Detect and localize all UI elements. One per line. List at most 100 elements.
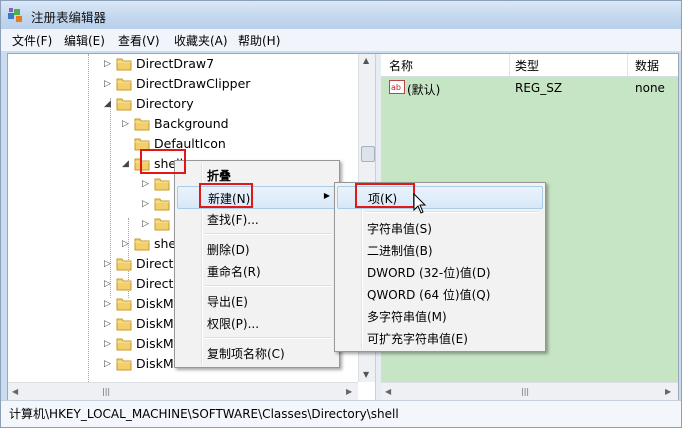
column-name[interactable]: 名称 (389, 57, 413, 74)
column-divider[interactable] (627, 54, 628, 76)
folder-icon (134, 236, 150, 251)
svg-text:ab: ab (391, 83, 401, 92)
tree-node[interactable]: ▷ DirectDraw7 (8, 54, 364, 74)
submenu-item-multi-string[interactable]: 多字符串值(M) (337, 305, 541, 326)
menu-separator (205, 285, 333, 287)
status-bar: 计算机\HKEY_LOCAL_MACHINE\SOFTWARE\Classes\… (1, 400, 681, 427)
collapsed-arrow-icon[interactable]: ▷ (122, 118, 132, 130)
status-path: 计算机\HKEY_LOCAL_MACHINE\SOFTWARE\Classes\… (9, 407, 399, 421)
scroll-up-arrow-icon[interactable]: ▲ (363, 56, 369, 65)
scroll-left-arrow-icon[interactable]: ◀ (385, 387, 391, 396)
collapsed-arrow-icon[interactable]: ▷ (142, 178, 152, 190)
menu-item-label: 折叠 (207, 169, 232, 183)
menu-item-rename[interactable]: 重命名(R) (177, 260, 335, 281)
collapsed-arrow-icon[interactable]: ▷ (104, 278, 114, 290)
expanded-arrow-icon[interactable]: ◢ (104, 98, 114, 110)
annotation-box-shell (140, 149, 186, 174)
folder-icon (116, 356, 132, 371)
folder-icon (116, 96, 132, 111)
tree-node[interactable]: DefaultIcon (8, 134, 364, 154)
submenu-item-qword[interactable]: QWORD (64 位)值(Q) (337, 283, 541, 304)
submenu-arrow-icon: ▶ (323, 191, 330, 200)
menu-item-permissions[interactable]: 权限(P)... (177, 312, 335, 333)
menu-item-collapse[interactable]: 折叠 (177, 164, 335, 185)
scroll-grip-icon[interactable]: ||| (521, 387, 529, 396)
menu-item-export[interactable]: 导出(E) (177, 290, 335, 311)
submenu-item-binary[interactable]: 二进制值(B) (337, 239, 541, 260)
folder-icon (116, 336, 132, 351)
string-value-icon: ab (389, 80, 405, 94)
tree-node[interactable]: ▷ Background (8, 114, 364, 134)
menu-item-find[interactable]: 查找(F)... (177, 208, 335, 229)
collapsed-arrow-icon[interactable]: ▷ (104, 298, 114, 310)
menu-bar: 文件(F) 编辑(E) 查看(V) 收藏夹(A) 帮助(H) (1, 29, 681, 52)
folder-icon (116, 316, 132, 331)
list-horizontal-scrollbar[interactable]: ◀ ||| ▶ (381, 382, 678, 400)
tree-node[interactable]: ◢ Directory (8, 94, 364, 114)
folder-icon (116, 296, 132, 311)
menu-item-label: QWORD (64 位)值(Q) (367, 288, 491, 302)
collapsed-arrow-icon[interactable]: ▷ (104, 318, 114, 330)
menu-edit[interactable]: 编辑(E) (61, 32, 108, 49)
scroll-grip-icon[interactable]: ||| (102, 387, 110, 396)
menu-file[interactable]: 文件(F) (9, 32, 55, 49)
tree-horizontal-scrollbar[interactable]: ◀ ||| ▶ (8, 382, 358, 400)
tree-node[interactable]: ▷ DirectDrawClipper (8, 74, 364, 94)
menu-favorites[interactable]: 收藏夹(A) (171, 32, 231, 49)
tree-node-label: Background (154, 116, 229, 131)
menu-separator (365, 211, 539, 213)
collapsed-arrow-icon[interactable]: ▷ (142, 198, 152, 210)
tree-node-label: DirectDrawClipper (136, 76, 251, 91)
menu-item-label: 删除(D) (207, 243, 250, 257)
folder-icon (154, 176, 170, 191)
annotation-box-key (355, 183, 415, 208)
menu-item-label: 二进制值(B) (367, 244, 433, 258)
scroll-down-arrow-icon[interactable]: ▼ (363, 370, 369, 379)
collapsed-arrow-icon[interactable]: ▷ (104, 258, 114, 270)
folder-icon (116, 256, 132, 271)
list-row-default[interactable]: ab (默认) REG_SZ none (381, 78, 678, 98)
collapsed-arrow-icon[interactable]: ▷ (142, 218, 152, 230)
folder-icon (154, 216, 170, 231)
menu-separator (205, 233, 333, 235)
menu-item-copy-key-name[interactable]: 复制项名称(C) (177, 342, 335, 363)
mouse-cursor-icon (413, 193, 427, 214)
collapsed-arrow-icon[interactable]: ▷ (104, 58, 114, 70)
collapsed-arrow-icon[interactable]: ▷ (104, 358, 114, 370)
folder-icon (154, 196, 170, 211)
expanded-arrow-icon[interactable]: ◢ (122, 158, 132, 170)
column-type[interactable]: 类型 (515, 57, 539, 74)
scroll-left-arrow-icon[interactable]: ◀ (12, 387, 18, 396)
menu-item-label: 导出(E) (207, 295, 248, 309)
menu-item-delete[interactable]: 删除(D) (177, 238, 335, 259)
menu-item-label: 权限(P)... (207, 317, 260, 331)
menu-item-label: 查找(F)... (207, 213, 259, 227)
value-data: none (635, 81, 665, 95)
menu-view[interactable]: 查看(V) (115, 32, 163, 49)
regedit-app-icon (8, 8, 22, 22)
list-header: 名称 类型 数据 (381, 54, 678, 77)
column-data[interactable]: 数据 (635, 57, 659, 74)
collapsed-arrow-icon[interactable]: ▷ (122, 238, 132, 250)
menu-separator (205, 337, 333, 339)
menu-help[interactable]: 帮助(H) (235, 32, 283, 49)
title-bar[interactable]: 注册表编辑器 (1, 1, 681, 29)
submenu-item-expandable-string[interactable]: 可扩充字符串值(E) (337, 327, 541, 348)
collapsed-arrow-icon[interactable]: ▷ (104, 78, 114, 90)
menu-item-label: 多字符串值(M) (367, 310, 447, 324)
collapsed-arrow-icon[interactable]: ▷ (104, 338, 114, 350)
submenu-item-string[interactable]: 字符串值(S) (337, 217, 541, 238)
scroll-thumb[interactable] (361, 146, 375, 162)
scroll-right-arrow-icon[interactable]: ▶ (346, 387, 352, 396)
menu-item-label: 复制项名称(C) (207, 347, 285, 361)
menu-item-label: DWORD (32-位)值(D) (367, 266, 491, 280)
folder-icon (134, 116, 150, 131)
menu-item-label: 重命名(R) (207, 265, 261, 279)
menu-item-label: 字符串值(S) (367, 222, 432, 236)
submenu-item-dword[interactable]: DWORD (32-位)值(D) (337, 261, 541, 282)
folder-icon (116, 56, 132, 71)
column-divider[interactable] (509, 54, 510, 76)
tree-node-label: Directory (136, 96, 194, 111)
annotation-box-new (199, 183, 253, 208)
scroll-right-arrow-icon[interactable]: ▶ (665, 387, 671, 396)
